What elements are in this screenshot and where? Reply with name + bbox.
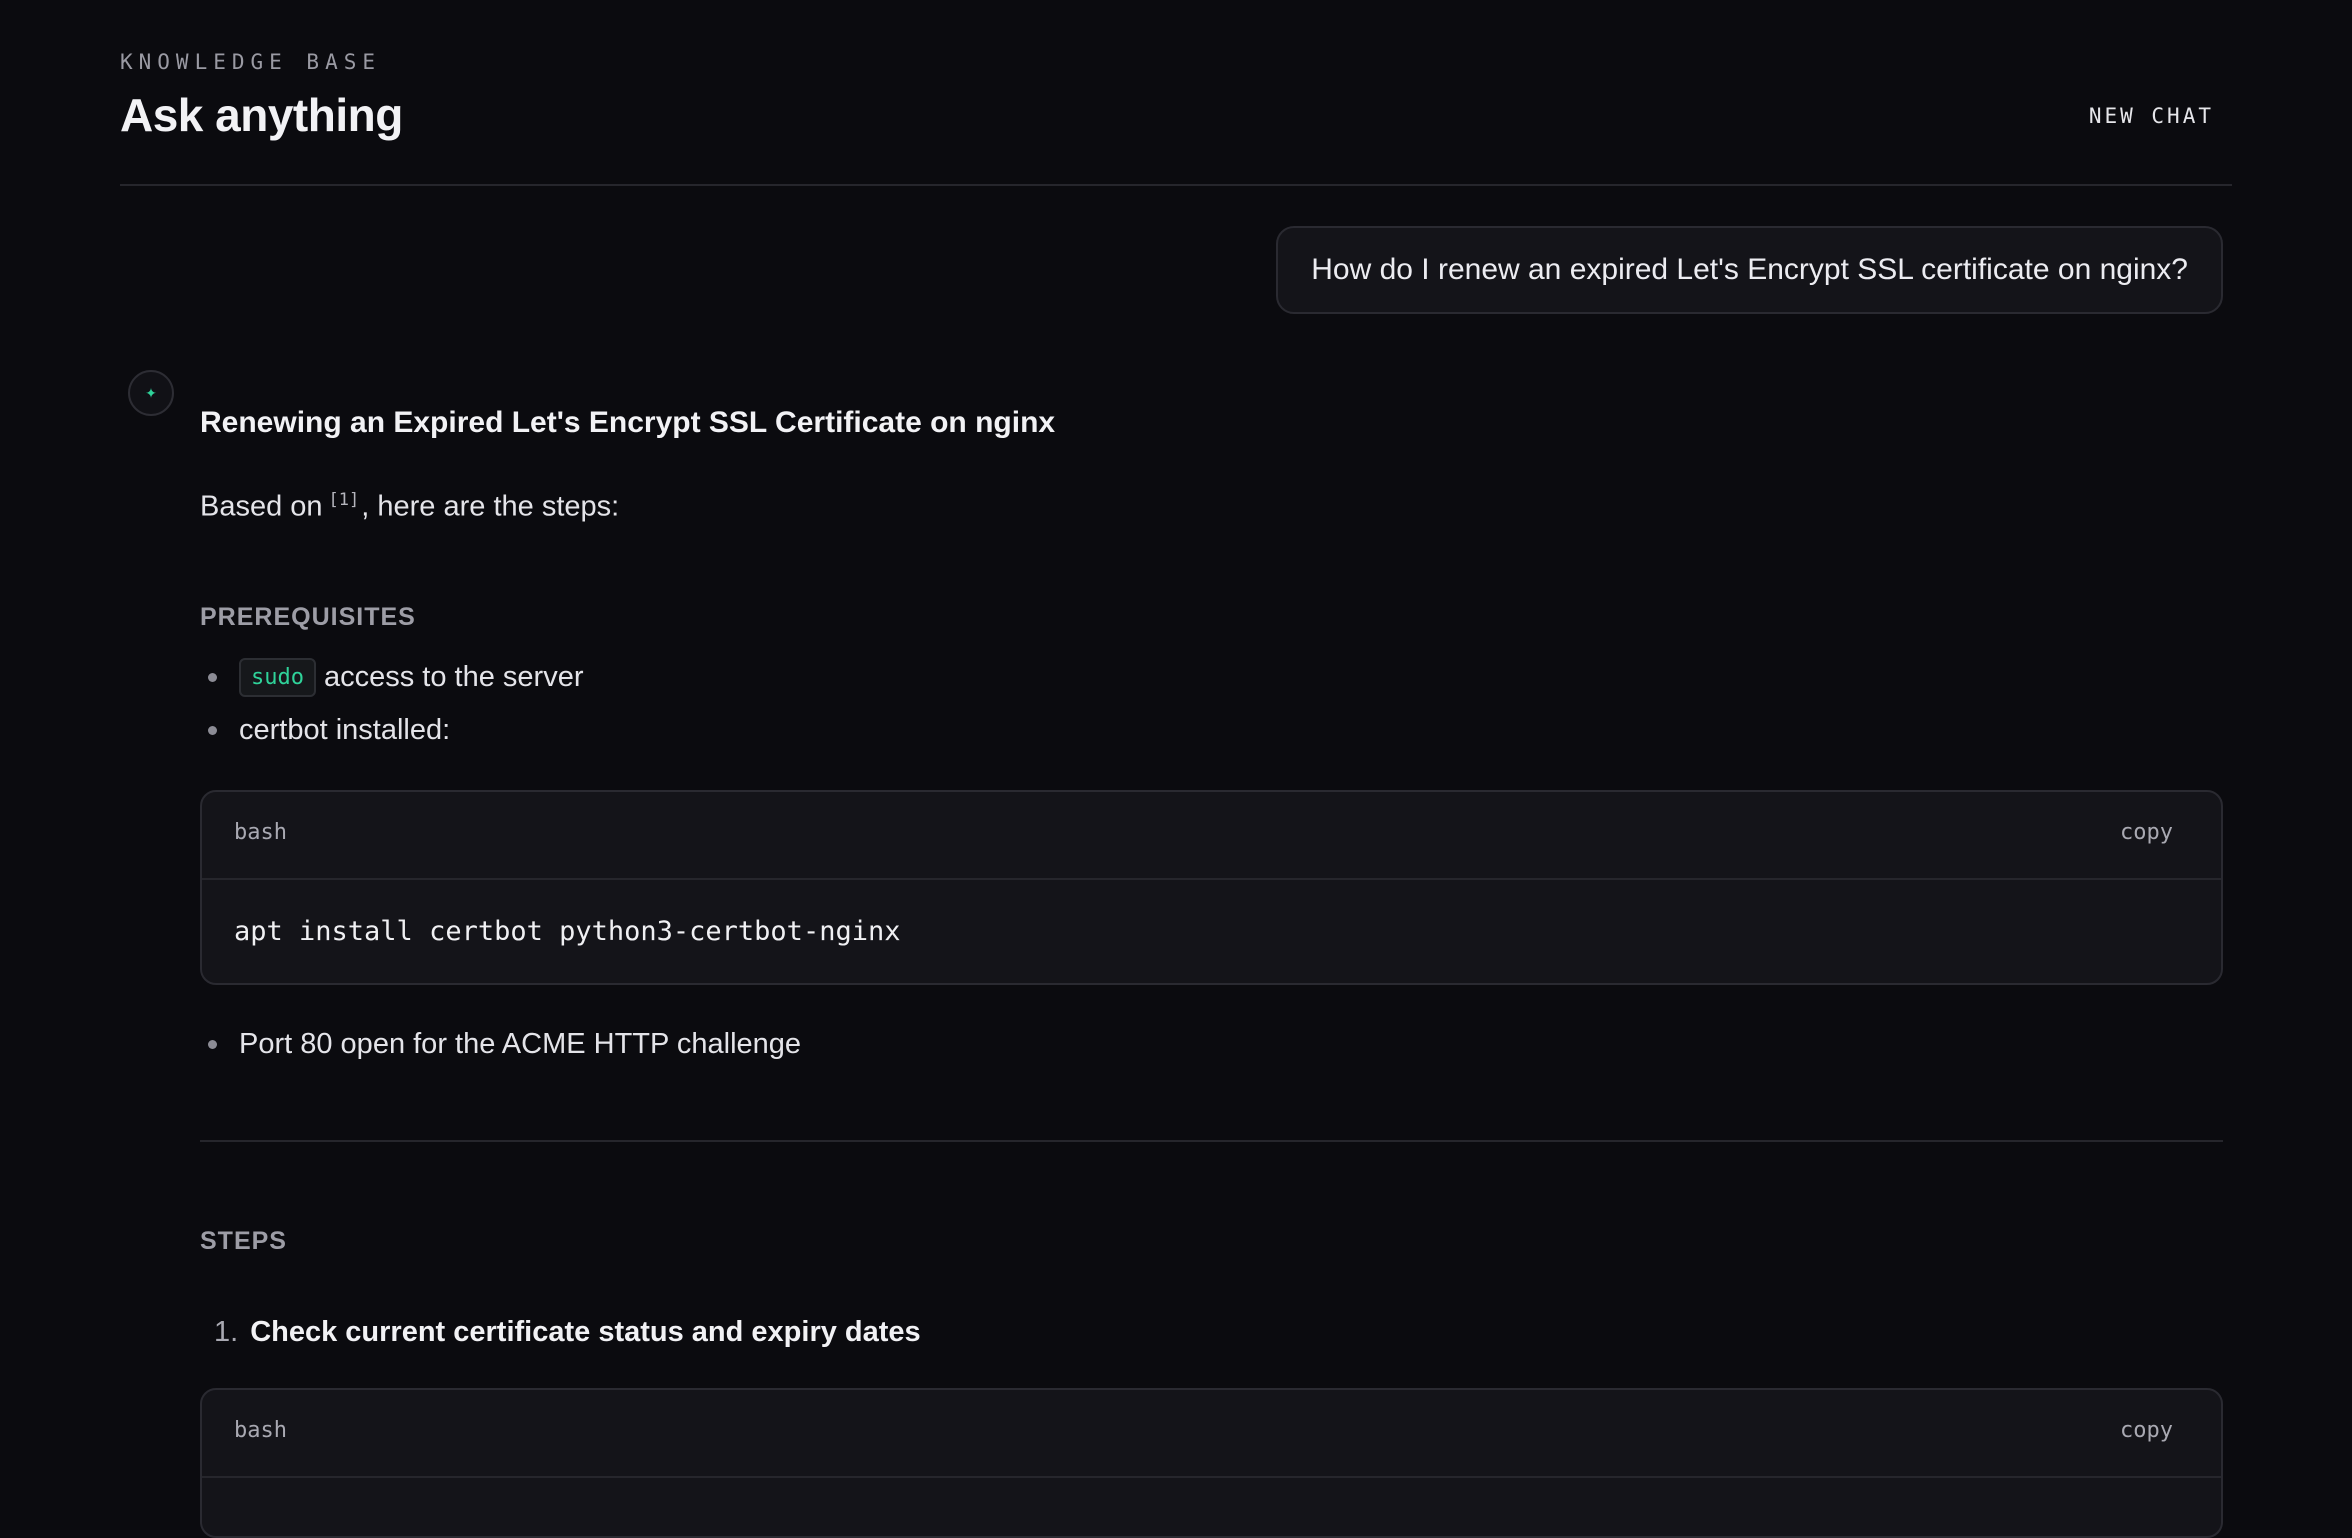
chat-page: KNOWLEDGE BASE Ask anything NEW CHAT How… [120,0,2232,1538]
section-eyebrow: KNOWLEDGE BASE [120,50,382,74]
list-item: Port 80 open for the ACME HTTP challenge [200,1028,801,1061]
step-item: 1. Check current certificate status and e… [214,1316,921,1349]
code-block-header: bash copy [202,1390,2221,1478]
list-item-text: access to the server [323,661,584,693]
new-chat-button[interactable]: NEW CHAT [2089,104,2214,128]
list-item: certbot installed: [200,714,450,747]
prerequisites-heading: PREREQUISITES [200,603,416,631]
user-message-bubble: How do I renew an expired Let's Encrypt … [1276,226,2223,314]
steps-heading: STEPS [200,1227,287,1255]
section-divider [200,1140,2223,1142]
inline-code: sudo [239,658,316,697]
answer-intro: Based on [1], here are the steps: [200,490,619,524]
bullet-dot [208,726,217,735]
intro-text-after: , here are the steps: [361,490,620,523]
sparkle-icon: ✦ [128,370,174,416]
bullet-dot [208,1040,217,1049]
step-title: Check current certificate status and exp… [250,1316,921,1348]
step-number: 1. [214,1316,239,1348]
code-block-header: bash copy [202,792,2221,880]
code-content: apt install certbot python3-certbot-ngin… [234,916,901,947]
bullet-dot [208,673,217,682]
copy-button[interactable]: copy [2120,820,2173,845]
answer-title: Renewing an Expired Let's Encrypt SSL Ce… [200,406,1056,439]
code-block: bash copy [200,1388,2223,1538]
page-title: Ask anything [120,89,403,141]
code-block: bash copy apt install certbot python3-ce… [200,790,2223,985]
code-language-label: bash [234,1418,287,1443]
copy-button[interactable]: copy [2120,1418,2173,1443]
code-language-label: bash [234,820,287,845]
intro-text-before: Based on [200,490,323,523]
list-item: sudo access to the server [200,658,583,697]
list-item-text: Port 80 open for the ACME HTTP challenge [239,1028,802,1060]
citation-link[interactable]: [1] [329,490,360,510]
list-item-text: certbot installed: [239,714,451,746]
page-header: KNOWLEDGE BASE Ask anything NEW CHAT [120,0,2232,186]
